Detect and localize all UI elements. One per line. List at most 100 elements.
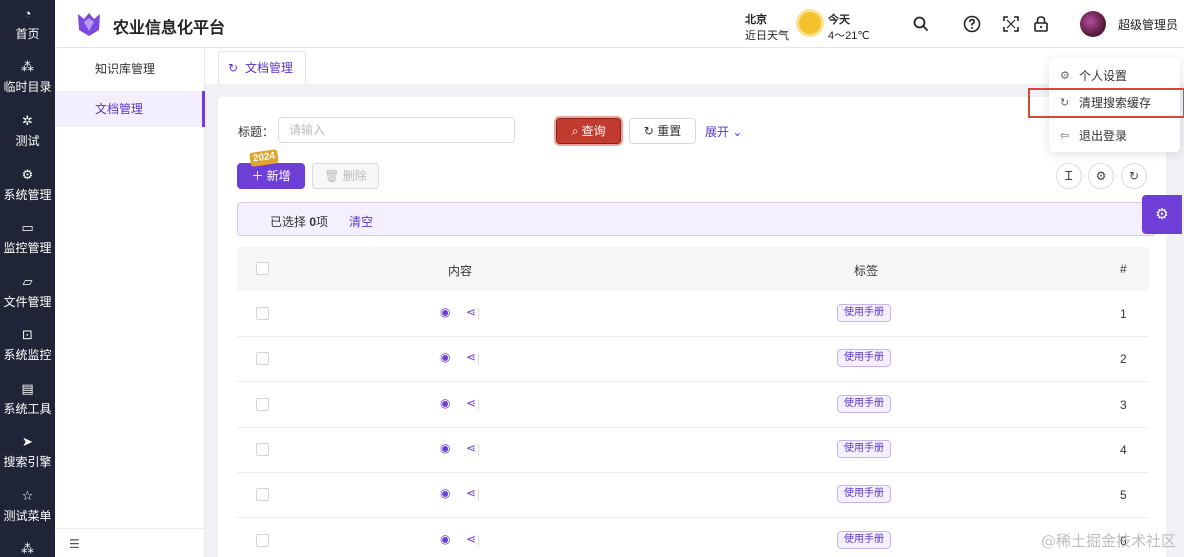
- query-button[interactable]: ⌕ 查询: [556, 118, 621, 144]
- table-row: ◉ ⋖ 使用手册 6: [237, 519, 1149, 557]
- column-header-tag: 标签: [854, 264, 879, 278]
- eye-icon[interactable]: ◉: [440, 486, 450, 500]
- nav-item-search-engine[interactable]: ➤ 搜索引擎: [0, 428, 55, 482]
- share-icon[interactable]: ⋖: [466, 486, 476, 500]
- nav-item-label: 监控管理: [3, 241, 52, 255]
- nav-item-temp-dir[interactable]: ⁂ 临时目录: [0, 53, 55, 107]
- share-icon[interactable]: ⋖: [466, 441, 476, 455]
- help-icon[interactable]: [962, 14, 982, 34]
- column-height-icon[interactable]: Ꮖ: [1056, 163, 1082, 189]
- nav-item-label: 测试菜单: [3, 509, 52, 523]
- nav-item-label: 文件管理: [3, 295, 52, 309]
- collapse-menu-icon[interactable]: ☰: [69, 537, 80, 551]
- row-index: 2: [1120, 352, 1127, 366]
- folder-icon: ▱: [22, 274, 33, 289]
- nav-item-system-tools[interactable]: ▤ 系统工具: [0, 375, 55, 429]
- tree-icon: ⁂: [21, 541, 34, 556]
- logout-icon: ⇦: [1060, 130, 1070, 142]
- row-checkbox[interactable]: [256, 307, 269, 320]
- row-index: 4: [1120, 443, 1127, 457]
- tab-label: 文档管理: [245, 61, 294, 75]
- dashboard-icon: ◔: [23, 6, 32, 21]
- delete-button[interactable]: 🗑 删除: [312, 163, 379, 189]
- tree-icon: ⁂: [21, 59, 34, 74]
- eye-icon[interactable]: ◉: [440, 305, 450, 319]
- eye-icon[interactable]: ◉: [440, 532, 450, 546]
- eye-icon[interactable]: ◉: [440, 350, 450, 364]
- watermark: @稀土掘金技术社区: [1040, 532, 1176, 550]
- divider: [478, 489, 479, 501]
- share-icon[interactable]: ⋖: [466, 396, 476, 410]
- row-checkbox[interactable]: [256, 398, 269, 411]
- reload-icon[interactable]: ↻: [1121, 163, 1147, 189]
- weather-city: 北京: [745, 14, 767, 26]
- row-index: 3: [1120, 398, 1127, 412]
- nav-item-more[interactable]: ⁂: [0, 535, 55, 557]
- eye-icon[interactable]: ◉: [440, 441, 450, 455]
- eye-icon[interactable]: ◉: [440, 396, 450, 410]
- row-index: 5: [1120, 488, 1127, 502]
- tab-bar: ↻ 文档管理: [205, 48, 1184, 84]
- nav-item-system-admin[interactable]: ⚙ 系统管理: [0, 161, 55, 215]
- refresh-icon[interactable]: ↻: [228, 52, 238, 85]
- search-icon[interactable]: [911, 14, 931, 34]
- tab-document-admin[interactable]: ↻ 文档管理: [218, 51, 307, 85]
- column-header-index: #: [1120, 262, 1127, 276]
- tag-badge: 使用手册: [837, 304, 891, 322]
- divider: [478, 399, 479, 411]
- sub-sidebar: 知识库管理 文档管理 ☰: [55, 48, 205, 557]
- refresh-icon: ↻: [1060, 97, 1070, 109]
- paper-plane-icon: ➤: [22, 434, 33, 449]
- divider: [478, 353, 479, 365]
- divider: [478, 444, 479, 456]
- monitor-icon: ⊡: [22, 327, 33, 342]
- add-button[interactable]: ＋ 新增: [237, 163, 305, 189]
- nav-item-system-monitor[interactable]: ⊡ 系统监控: [0, 321, 55, 375]
- share-icon[interactable]: ⋖: [466, 305, 476, 319]
- expand-link[interactable]: 展开 ⌄: [705, 123, 742, 140]
- tag-badge: 使用手册: [837, 349, 891, 367]
- chevron-down-icon: ⌄: [732, 125, 743, 139]
- delete-button-label: 删除: [342, 169, 367, 183]
- table-row: ◉ ⋖ 使用手册 1: [237, 292, 1149, 337]
- trash-icon: 🗑: [324, 169, 340, 183]
- clear-selection-link[interactable]: 清空: [349, 213, 373, 230]
- theme-settings-gear-icon[interactable]: ⚙: [1142, 195, 1182, 234]
- fullscreen-icon[interactable]: [1001, 14, 1021, 34]
- select-all-checkbox[interactable]: [256, 262, 269, 275]
- share-icon[interactable]: ⋖: [466, 350, 476, 364]
- column-header-content: 内容: [448, 264, 473, 278]
- reset-icon: ↻: [643, 124, 654, 138]
- row-checkbox[interactable]: [256, 352, 269, 365]
- expand-label: 展开: [705, 125, 730, 139]
- nav-item-label: 搜索引擎: [3, 455, 52, 469]
- nav-item-test-menu[interactable]: ☆ 测试菜单: [0, 482, 55, 536]
- nav-item-file-admin[interactable]: ▱ 文件管理: [0, 268, 55, 322]
- settings-icon[interactable]: ⚙: [1088, 163, 1114, 189]
- share-icon[interactable]: ⋖: [466, 532, 476, 546]
- lock-icon[interactable]: [1031, 14, 1051, 34]
- subnav-item-document-admin[interactable]: 文档管理: [55, 91, 205, 127]
- reset-button[interactable]: ↻ 重置: [629, 118, 696, 144]
- sun-icon: [799, 12, 821, 34]
- weather-day: 今天: [828, 14, 850, 26]
- menu-item-logout[interactable]: ⇦ 退出登录: [1049, 123, 1180, 149]
- avatar[interactable]: [1080, 11, 1106, 37]
- title-search-input[interactable]: [278, 117, 515, 143]
- row-checkbox[interactable]: [256, 443, 269, 456]
- menu-item-clear-search-cache[interactable]: ↻ 清理搜索缓存: [1028, 88, 1184, 118]
- nav-item-test[interactable]: ✲ 测试: [0, 107, 55, 161]
- subnav-item-knowledge-base[interactable]: 知识库管理: [55, 51, 205, 87]
- title-label: 标题：: [238, 125, 275, 139]
- row-checkbox[interactable]: [256, 534, 269, 547]
- menu-item-personal-settings[interactable]: ⚙ 个人设置: [1049, 63, 1180, 89]
- menu-item-label: 清理搜索缓存: [1079, 96, 1152, 110]
- gear-icon: ⚙: [21, 167, 34, 182]
- app-title: 农业信息化平台: [113, 20, 226, 37]
- nav-item-monitor-admin[interactable]: ▭ 监控管理: [0, 214, 55, 268]
- nav-item-home[interactable]: ◔ 首页: [0, 0, 55, 54]
- nav-item-label: 临时目录: [3, 80, 52, 94]
- bug-icon: ✲: [22, 113, 33, 128]
- row-checkbox[interactable]: [256, 488, 269, 501]
- user-name[interactable]: 超级管理员: [1118, 16, 1178, 33]
